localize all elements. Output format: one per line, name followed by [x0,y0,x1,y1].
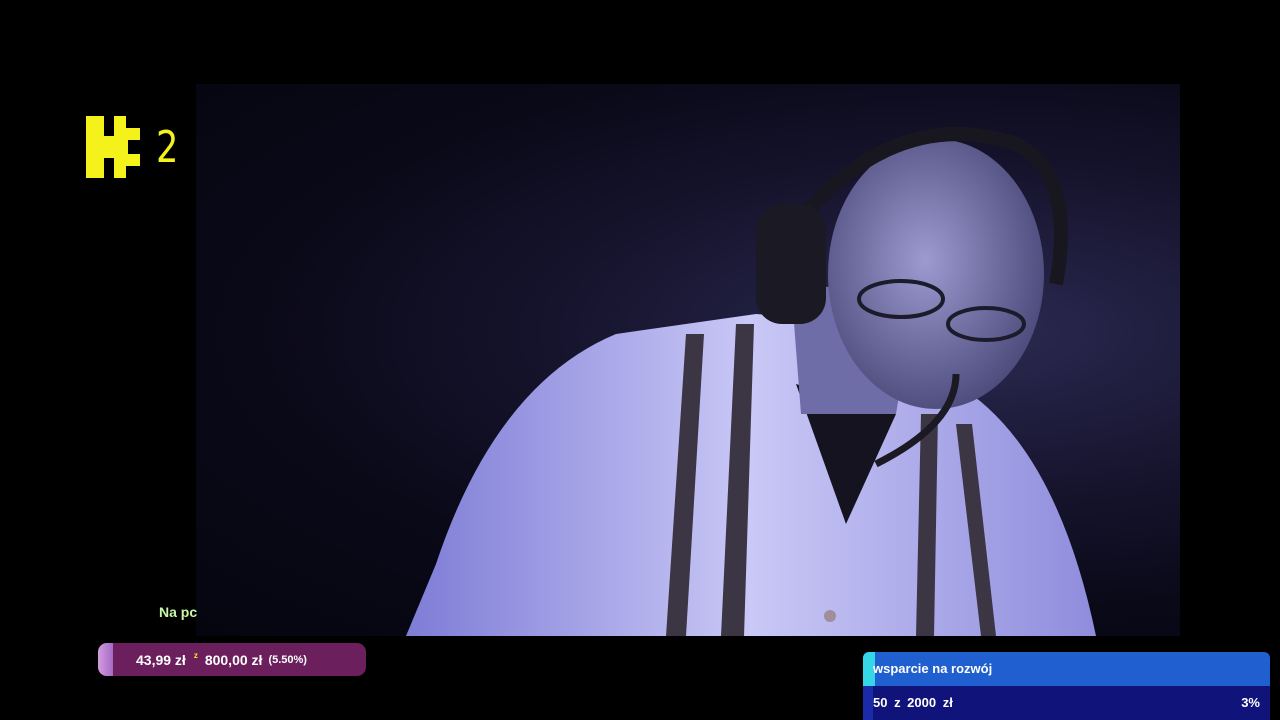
support-goal-percent: 3% [1241,695,1260,710]
webcam-person-illustration [406,127,1096,636]
stream-overlay: 2 Na pc 43,99 zł z 800,00 zł (5.50%) wsp… [0,0,1280,720]
donation-goal-amount: 800,00 zł [204,651,263,668]
donation-current-amount: 43,99 zł [136,651,186,668]
donation-progress-fill [98,643,113,676]
support-goal-title: wsparcie na rozwój [873,661,993,676]
channel-number: 2 [156,122,179,173]
donation-goal-content: 43,99 zł z 800,00 zł (5.50%) [136,643,307,676]
ticker-text: Na pc [159,604,198,620]
support-goal-widget: wsparcie na rozwój 50 z 2000 zł 3% [863,652,1270,720]
donation-goal-bar: 43,99 zł z 800,00 zł (5.50%) [98,643,366,676]
support-goal-progress-bar: 50 z 2000 zł 3% [863,686,1270,720]
support-goal-progress-fill [863,686,874,720]
support-goal-amount: 50 z 2000 zł [873,695,953,710]
support-goal-header: wsparcie na rozwój [863,652,1270,686]
donation-separator: z [193,651,198,660]
channel-logo-mark [86,116,140,178]
donation-percent: (5.50%) [268,653,307,666]
webcam-feed [196,84,1180,636]
channel-logo: 2 [86,116,186,180]
